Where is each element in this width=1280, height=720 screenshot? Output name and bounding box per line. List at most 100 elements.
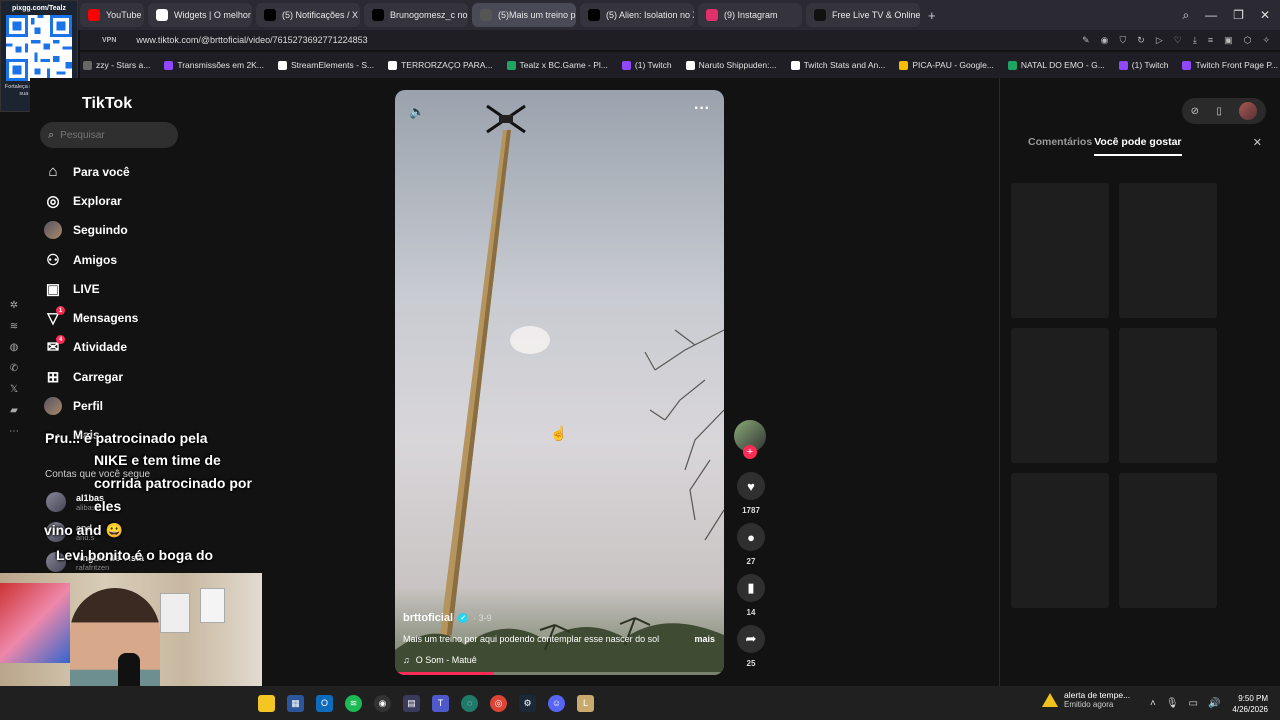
coin-icon[interactable]: ⊘ — [1191, 106, 1199, 117]
suggestion-placeholder[interactable] — [1011, 328, 1109, 463]
more-options-icon[interactable]: ··· — [694, 100, 710, 118]
bookmark-icon[interactable]: ▮ — [737, 574, 765, 602]
bookmark-item[interactable]: PICA-PAU - Google... — [899, 60, 994, 70]
creator-avatar[interactable]: + — [734, 420, 766, 459]
steam-icon[interactable]: ⚙ — [519, 694, 536, 712]
browser-tab[interactable]: (9) Instagram — [698, 3, 802, 27]
bookmark-item[interactable]: Naruto Shippuden:... — [685, 60, 777, 70]
bookmark-item[interactable]: Twitch Front Page P... — [1182, 60, 1278, 70]
extension-icon[interactable]: ▣ — [1224, 35, 1233, 46]
messenger-icon[interactable]: ◍ — [10, 342, 19, 353]
store-icon[interactable]: ▦ — [287, 694, 304, 712]
new-tab-icon[interactable]: + — [928, 8, 936, 23]
sidebar-item-mensagens[interactable]: ▽ 1 Mensagens — [44, 303, 138, 332]
video-sound[interactable]: ♫ O Som - Matuê — [403, 655, 715, 665]
sidebar-item-seguindo[interactable]: Seguindo — [44, 216, 138, 245]
tab-comments[interactable]: Comentários — [1028, 136, 1092, 156]
bookmark-item[interactable]: TERRORZAÇO PARA... — [388, 60, 493, 70]
close-icon[interactable]: ✕ — [1260, 8, 1270, 22]
bookmark-item[interactable]: Tealz x BC.Game - Pl... — [506, 60, 608, 70]
sidebar-item-perfil[interactable]: Perfil — [44, 391, 138, 420]
browser-icon[interactable]: ◌ — [461, 694, 478, 712]
heart-icon[interactable]: ♡ — [1174, 35, 1182, 46]
bookmark-item[interactable]: (1) Twitch — [1118, 60, 1168, 70]
volume-icon[interactable]: 🔈 — [409, 104, 425, 120]
spotify-icon[interactable]: ≋ — [345, 694, 362, 712]
minimize-icon[interactable]: — — [1205, 8, 1217, 22]
teams-icon[interactable]: T — [432, 694, 449, 712]
bookmark-item[interactable]: zzy - Stars a... — [83, 60, 150, 70]
outlook-icon[interactable]: O — [316, 694, 333, 712]
sidebar-item-para-voc-[interactable]: ⌂ Para você — [44, 157, 138, 186]
obs-icon[interactable]: ◉ — [374, 694, 391, 712]
menu-icon[interactable]: ≡ — [1208, 35, 1213, 46]
twitch-icon[interactable]: ▰ — [10, 405, 18, 416]
search-input[interactable] — [60, 129, 161, 141]
suggestion-placeholder[interactable] — [1011, 183, 1109, 318]
sidebar-item-live[interactable]: ▣ LIVE — [44, 274, 138, 303]
bookmark-item[interactable]: (1) Twitch — [621, 60, 672, 70]
ai-icon[interactable]: ✧ — [1262, 35, 1270, 46]
monitor-icon[interactable]: ▭ — [1189, 698, 1198, 709]
suggestion-placeholder[interactable] — [1119, 328, 1217, 463]
camera-icon[interactable]: ◉ — [1101, 35, 1109, 46]
bookmark-item[interactable]: Transmissões em 2K... — [164, 60, 264, 70]
suggestion-placeholder[interactable] — [1119, 473, 1217, 608]
heart-icon[interactable]: ♥ — [737, 472, 765, 500]
video-player[interactable]: 🔈 ··· brttoficial ✓ · 3-9 Mais um treino… — [395, 90, 724, 675]
sound-name[interactable]: O Som - Matuê — [416, 655, 477, 665]
browser-tab[interactable]: YouTube — [80, 3, 144, 27]
browser-tab[interactable]: (5)Mais um treino p — [472, 3, 576, 27]
shield-icon[interactable]: ⛉ — [1120, 35, 1127, 46]
caption-more-button[interactable]: mais — [694, 634, 715, 644]
more-icon[interactable]: ⋯ — [9, 426, 19, 437]
bookmark-item[interactable]: Twitch Stats and An... — [790, 60, 885, 70]
x-icon[interactable]: 𝕏 — [10, 384, 18, 395]
bookmark-item[interactable]: NATAL DO EMO - G... — [1007, 60, 1105, 70]
close-icon[interactable]: ✕ — [1253, 136, 1262, 149]
weather-alert[interactable]: alerta de tempe... Emitido agora — [1042, 690, 1130, 709]
search-box[interactable]: ⌕ — [40, 122, 178, 148]
discord-icon[interactable]: ☺ — [548, 694, 565, 712]
bookmark-item[interactable]: StreamElements - S... — [277, 60, 374, 70]
app-icon[interactable]: ▤ — [403, 694, 420, 712]
phone-icon[interactable]: ▯ — [1216, 106, 1222, 117]
browser-tab[interactable]: Widgets | O melhor soft — [148, 3, 252, 27]
tab-suggestions[interactable]: Você pode gostar — [1094, 136, 1182, 156]
restore-icon[interactable]: ❐ — [1233, 8, 1244, 22]
cube-icon[interactable]: ⬡ — [1244, 35, 1252, 46]
vpn-badge[interactable]: VPN — [102, 37, 116, 44]
browser-tab[interactable]: Brunogomesz_c no X — [364, 3, 468, 27]
sidebar-item-amigos[interactable]: ⚇ Amigos — [44, 245, 138, 274]
sidebar-item-carregar[interactable]: ⊞ Carregar — [44, 362, 138, 391]
layers-icon[interactable]: ≋ — [10, 321, 18, 332]
play-icon[interactable]: ▷ — [1156, 35, 1163, 46]
browser-tab[interactable]: (5) Notificações / X — [256, 3, 360, 27]
share-icon[interactable]: ➦ — [737, 625, 765, 653]
whatsapp-icon[interactable]: ✆ — [10, 363, 18, 374]
browser-tab[interactable]: (5) Alien: Isolation no X — [580, 3, 694, 27]
mic-icon[interactable]: 🎙 — [1166, 698, 1179, 709]
url-field[interactable]: www.tiktok.com/@brttoficial/video/761527… — [136, 35, 367, 45]
video-author[interactable]: brttoficial ✓ · 3-9 — [403, 612, 715, 624]
comment-icon[interactable]: ● — [737, 523, 765, 551]
clock[interactable]: 9:50 PM 4/26/2026 — [1232, 693, 1268, 715]
tiktok-logo[interactable]: TikTok — [82, 95, 132, 113]
sidebar-item-atividade[interactable]: ✉ 4 Atividade — [44, 333, 138, 362]
league-icon[interactable]: L — [577, 694, 594, 712]
suggestion-placeholder[interactable] — [1011, 473, 1109, 608]
suggestion-placeholder[interactable] — [1119, 183, 1217, 318]
user-avatar[interactable] — [1239, 102, 1258, 120]
search-icon[interactable]: ⌕ — [1182, 8, 1189, 23]
sidebar-item-explorar[interactable]: ◎ Explorar — [44, 186, 138, 215]
folder-icon[interactable] — [258, 694, 275, 712]
author-name[interactable]: brttoficial — [403, 612, 453, 624]
browser-tab[interactable]: Free Live TV & Online R — [806, 3, 920, 27]
video-progress-bar[interactable] — [395, 672, 724, 675]
download-icon[interactable]: ⤓ — [1193, 35, 1197, 46]
chrome-icon[interactable]: ◎ — [490, 694, 507, 712]
edit-icon[interactable]: ✎ — [1082, 35, 1090, 46]
volume-icon[interactable]: 🔊 — [1208, 698, 1220, 709]
address-bar[interactable]: VPN www.tiktok.com/@brttoficial/video/76… — [80, 30, 1280, 50]
refresh-icon[interactable]: ↻ — [1137, 35, 1145, 46]
